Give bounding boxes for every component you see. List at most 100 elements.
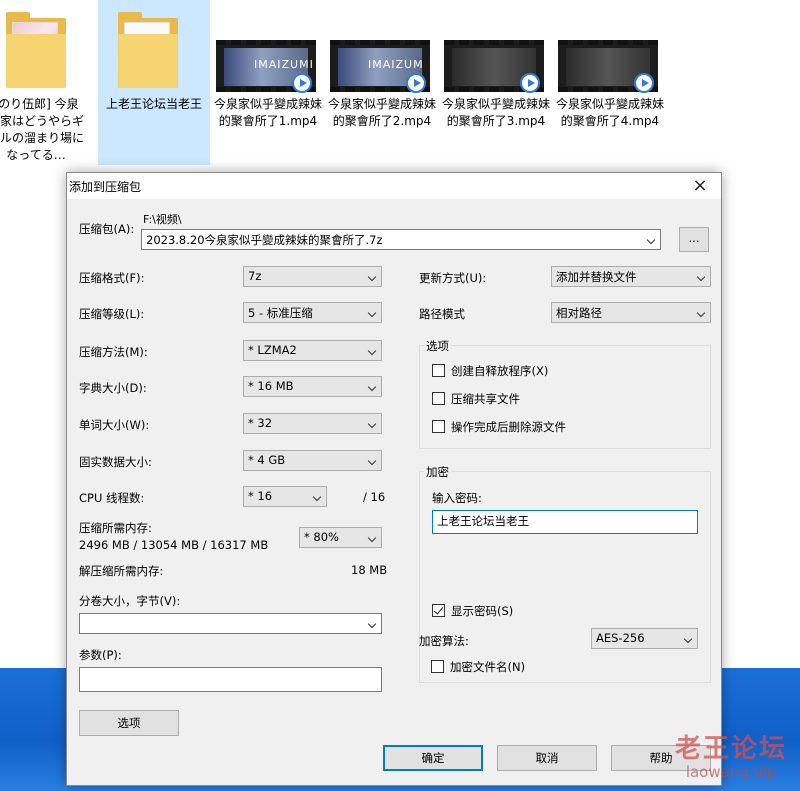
dict-select[interactable]: * 16 MB bbox=[243, 376, 382, 397]
video-item[interactable]: IMAIZUMI 今泉家似乎變成辣妹的聚會所了1.mp4 bbox=[212, 0, 324, 165]
folder-item[interactable]: [のり伍郎] 今泉ん家はどうやらギャルの溜まり場になってる… bbox=[0, 0, 98, 165]
decomp-label: 解压缩所需内存: bbox=[79, 564, 164, 578]
chevron-down-icon bbox=[367, 272, 377, 282]
method-value: * LZMA2 bbox=[248, 343, 297, 357]
format-select[interactable]: 7z bbox=[243, 266, 382, 287]
mem-label: 压缩所需内存: bbox=[79, 521, 152, 535]
word-label: 单词大小(W): bbox=[79, 418, 150, 432]
method-select[interactable]: * LZMA2 bbox=[243, 340, 382, 361]
video-thumbnail-icon: IMAIZUMI bbox=[216, 40, 316, 93]
title-bar[interactable]: 添加到压缩包 × bbox=[67, 173, 721, 199]
chevron-down-icon bbox=[367, 619, 377, 629]
shared-label: 压缩共享文件 bbox=[451, 392, 520, 406]
solid-label: 固实数据大小: bbox=[79, 455, 152, 469]
options-group-title: 选项 bbox=[424, 338, 451, 354]
shared-checkbox[interactable] bbox=[432, 392, 445, 405]
update-value: 添加并替换文件 bbox=[556, 270, 637, 284]
params-input[interactable] bbox=[79, 667, 382, 692]
chevron-down-icon bbox=[367, 308, 377, 318]
format-label: 压缩格式(F): bbox=[79, 271, 145, 285]
split-label: 分卷大小，字节(V): bbox=[79, 594, 181, 608]
path-label: 路径模式 bbox=[419, 307, 465, 321]
show-password-checkbox[interactable] bbox=[432, 604, 445, 617]
format-value: 7z bbox=[248, 269, 262, 283]
folder-icon bbox=[6, 10, 70, 88]
browse-button[interactable]: ... bbox=[679, 227, 709, 252]
threads-select[interactable]: * 16 bbox=[243, 486, 327, 507]
encrypt-names-label: 加密文件名(N) bbox=[450, 660, 526, 674]
decomp-value: 18 MB bbox=[351, 563, 388, 577]
algo-label: 加密算法: bbox=[419, 634, 469, 648]
chevron-down-icon bbox=[367, 346, 377, 356]
algo-select[interactable]: AES-256 bbox=[591, 628, 698, 649]
file-name: [のり伍郎] 今泉ん家はどうやらギャルの溜まり場になってる… bbox=[0, 97, 85, 162]
file-name: 上老王论坛当老王 bbox=[105, 97, 202, 111]
password-input[interactable]: 上老王论坛当老王 bbox=[432, 510, 698, 534]
mem-detail: 2496 MB / 13054 MB / 16317 MB bbox=[79, 538, 269, 552]
archive-name-value: 2023.8.20今泉家似乎變成辣妹的聚會所了.7z bbox=[146, 233, 383, 247]
add-to-archive-dialog: 添加到压缩包 × 压缩包(A): F:\视频\ 2023.8.20今泉家似乎變成… bbox=[66, 172, 722, 786]
mem-select[interactable]: * 80% bbox=[299, 527, 382, 548]
video-thumbnail-icon bbox=[558, 40, 658, 93]
encrypt-names-checkbox[interactable] bbox=[431, 660, 444, 673]
split-input[interactable] bbox=[79, 613, 382, 634]
method-label: 压缩方法(M): bbox=[79, 345, 148, 359]
ok-button[interactable]: 确定 bbox=[383, 745, 483, 771]
show-password-label: 显示密码(S) bbox=[451, 604, 514, 618]
sfx-checkbox[interactable] bbox=[432, 364, 445, 377]
player-badge-icon bbox=[406, 73, 426, 93]
chevron-down-icon bbox=[696, 308, 706, 318]
archive-label: 压缩包(A): bbox=[79, 222, 135, 236]
video-thumbnail-icon: IMAIZUM bbox=[330, 40, 430, 93]
watermark-sub: laowang.vip bbox=[685, 763, 777, 781]
dict-value: * 16 MB bbox=[248, 379, 294, 393]
update-select[interactable]: 添加并替换文件 bbox=[551, 266, 711, 287]
level-label: 压缩等级(L): bbox=[79, 307, 145, 321]
path-select[interactable]: 相对路径 bbox=[551, 302, 711, 323]
file-name: 今泉家似乎變成辣妹的聚會所了4.mp4 bbox=[556, 97, 665, 128]
params-label: 参数(P): bbox=[79, 648, 122, 662]
watermark-main: 老王论坛 bbox=[674, 734, 787, 764]
encryption-group-title: 加密 bbox=[424, 464, 451, 480]
video-item[interactable]: IMAIZUM 今泉家似乎變成辣妹的聚會所了2.mp4 bbox=[326, 0, 438, 165]
video-item[interactable]: 今泉家似乎變成辣妹的聚會所了3.mp4 bbox=[440, 0, 552, 165]
chevron-down-icon bbox=[367, 382, 377, 392]
player-badge-icon bbox=[634, 73, 654, 93]
solid-value: * 4 GB bbox=[248, 453, 286, 467]
file-name: 今泉家似乎變成辣妹的聚會所了2.mp4 bbox=[328, 97, 437, 128]
video-item[interactable]: 今泉家似乎變成辣妹的聚會所了4.mp4 bbox=[554, 0, 666, 165]
threads-max: / 16 bbox=[363, 490, 386, 504]
video-thumbnail-icon bbox=[444, 40, 544, 93]
archive-name-input[interactable]: 2023.8.20今泉家似乎變成辣妹的聚會所了.7z bbox=[141, 229, 661, 250]
dialog-title: 添加到压缩包 bbox=[69, 180, 142, 194]
update-label: 更新方式(U): bbox=[419, 271, 487, 285]
mem-value: * 80% bbox=[304, 530, 339, 544]
thumb-text: IMAIZUM bbox=[368, 58, 424, 71]
chevron-down-icon bbox=[646, 235, 656, 245]
threads-label: CPU 线程数: bbox=[79, 491, 145, 505]
folder-item-selected[interactable]: 上老王论坛当老王 bbox=[98, 0, 210, 165]
path-value: 相对路径 bbox=[556, 306, 602, 320]
threads-value: * 16 bbox=[248, 489, 273, 503]
chevron-down-icon bbox=[312, 492, 322, 502]
algo-value: AES-256 bbox=[596, 631, 645, 645]
watermark: 老王论坛 laowang.vip bbox=[666, 728, 796, 781]
level-value: 5 - 标准压缩 bbox=[248, 306, 313, 320]
player-badge-icon bbox=[520, 73, 540, 93]
thumb-text: IMAIZUMI bbox=[254, 58, 314, 71]
cancel-button[interactable]: 取消 bbox=[497, 745, 597, 771]
options-button[interactable]: 选项 bbox=[79, 710, 179, 736]
delete-label: 操作完成后删除源文件 bbox=[451, 420, 566, 434]
word-select[interactable]: * 32 bbox=[243, 413, 382, 434]
chevron-down-icon bbox=[367, 456, 377, 466]
delete-checkbox[interactable] bbox=[432, 420, 445, 433]
dict-label: 字典大小(D): bbox=[79, 381, 147, 395]
level-select[interactable]: 5 - 标准压缩 bbox=[243, 302, 382, 323]
file-name: 今泉家似乎變成辣妹的聚會所了3.mp4 bbox=[442, 97, 551, 128]
chevron-down-icon bbox=[367, 533, 377, 543]
chevron-down-icon bbox=[696, 272, 706, 282]
password-label: 输入密码: bbox=[432, 491, 482, 505]
solid-select[interactable]: * 4 GB bbox=[243, 450, 382, 471]
sfx-label: 创建自释放程序(X) bbox=[451, 364, 549, 378]
close-icon[interactable]: × bbox=[687, 175, 713, 197]
